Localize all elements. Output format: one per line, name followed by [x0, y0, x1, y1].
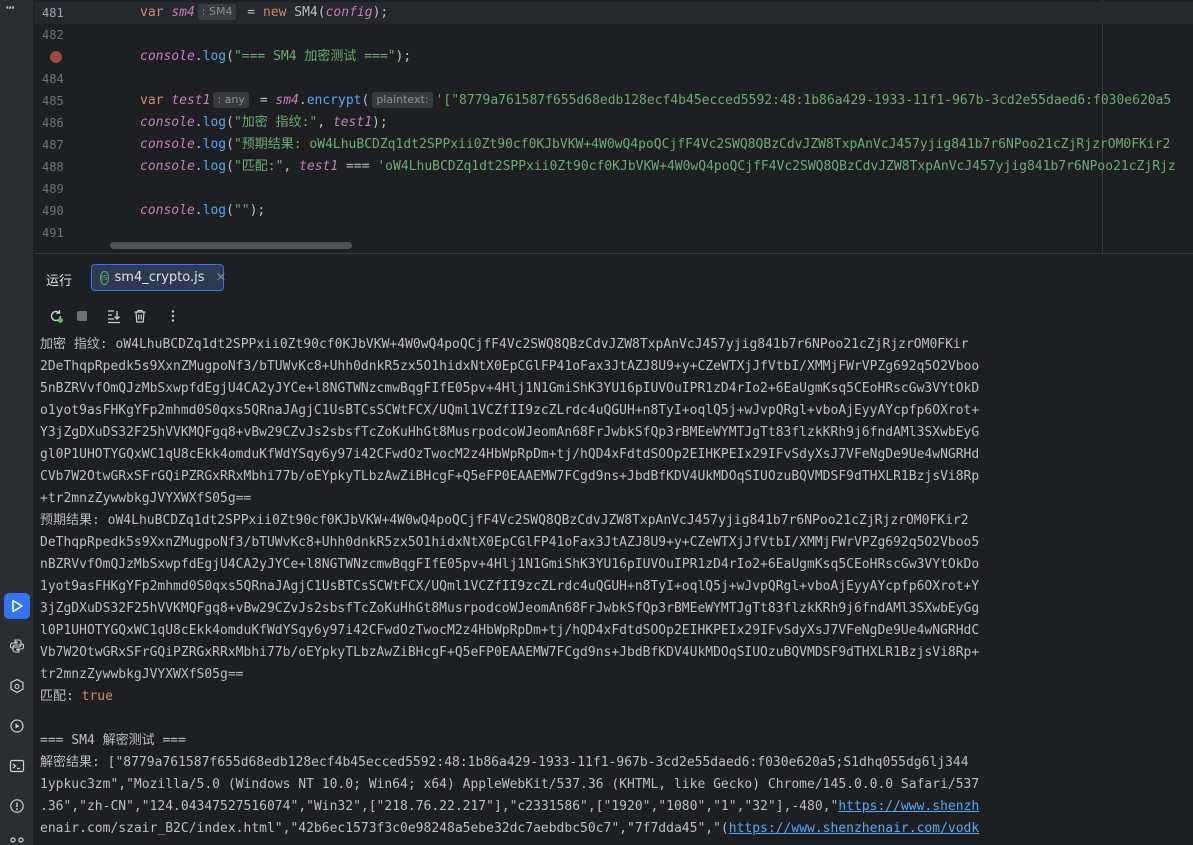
match-value: true — [81, 689, 113, 704]
console-line: +tr2mnzZywwbkgJVYXWXfS05g== — [40, 491, 252, 506]
horizontal-scrollbar[interactable] — [110, 242, 352, 249]
rerun-icon[interactable] — [46, 306, 66, 326]
line-number: 488 — [42, 160, 64, 174]
tool-window-strip: ⋯ — [0, 0, 34, 845]
code-text: console.log("预期结果: oW4LhuBCDZq1dt2SPPxii… — [140, 137, 1171, 152]
run-panel-title: 运行 — [46, 274, 73, 289]
line-number: 484 — [42, 72, 64, 86]
url-link[interactable]: https://www.shenzh — [838, 799, 979, 814]
code-line: 486 console.log("加密 指纹:", test1); — [34, 112, 1193, 134]
git-icon[interactable] — [4, 831, 30, 845]
line-number: 485 — [42, 94, 64, 108]
python-packages-icon[interactable] — [4, 633, 30, 659]
match-label: 匹配: — [40, 689, 82, 704]
console-line: 2DeThqpRpedk5s9XxnZMugpoNf3/bTUWvKc8+Uhh… — [40, 359, 980, 374]
console-line: 1ypkuc3zm","Mozilla/5.0 (Windows NT 10.0… — [40, 777, 980, 792]
debug-run-icon[interactable] — [4, 713, 30, 739]
console-line: l0P1UHOTYGQxWC1qU8cEkk4omduKfWdYSqy6y97i… — [40, 623, 980, 638]
code-line: 490 console.log(""); — [34, 200, 1193, 222]
code-line: console.log("=== SM4 加密测试 ==="); — [34, 46, 1193, 68]
console-line: 解密结果: ["8779a761587f655d68edb128ecf4b45e… — [40, 755, 969, 770]
console-line: tr2mnzZywwbkgJVYXWXfS05g== — [40, 667, 244, 682]
code-editor[interactable]: 481 var sm4: SM4 = new SM4(config); 482 … — [34, 0, 1193, 253]
parameter-hint: plaintext: — [372, 92, 433, 108]
console-line: enair.com/szair_B2C/index.html","42b6ec1… — [40, 818, 1193, 840]
run-tabs-bar: 运行 JS sm4_crypto.js × — [34, 254, 1193, 302]
line-number: 490 — [42, 204, 64, 218]
code-text: var sm4: SM4 = new SM4(config); — [140, 4, 389, 20]
console-line: 5nBZRVvfOmQJzMbSxwpfdEgjU4CA2yJYCe+l8NGT… — [40, 381, 980, 396]
breakpoint-icon[interactable] — [50, 51, 62, 63]
console-line: Vb7W2OtwGRxSFrGQiPZRGxRRxMbhi77b/oEYpkyT… — [40, 645, 980, 660]
code-text: var test1: any = sm4.encrypt(plaintext: '… — [140, 92, 1172, 108]
code-line: 484 — [34, 68, 1193, 90]
code-text: console.log("匹配:", test1 === 'oW4LhuBCDZ… — [140, 159, 1176, 174]
problems-icon[interactable] — [4, 793, 30, 819]
code-text: console.log("加密 指纹:", test1); — [140, 115, 388, 130]
line-number: 486 — [42, 116, 64, 130]
console-line: .36","zh-CN","124.04347527516074","Win32… — [40, 796, 1193, 818]
code-line: 485 var test1: any = sm4.encrypt(plainte… — [34, 90, 1193, 112]
console-line: 匹配: true — [40, 686, 1193, 708]
console-text: .36","zh-CN","124.04347527516074","Win32… — [40, 799, 839, 814]
code-line: 491 — [34, 222, 1193, 244]
console-line: nBZRVvfOmQJzMbSxwpfdEgjU4CA2yJYCe+l8NGTW… — [40, 557, 980, 572]
console-line: 1yot9asFHKgYFp2mhmd0S0qxs5QRnaJAgjC1UsBT… — [40, 579, 980, 594]
line-number: 487 — [42, 138, 64, 152]
code-line: 481 var sm4: SM4 = new SM4(config); — [34, 2, 1193, 24]
run-panel: 运行 JS sm4_crypto.js × 加密 指纹: oW4LhuBCDZq… — [34, 253, 1193, 845]
console-line: gl0P1UHOTYGQxWC1qU8cEkk4omduKfWdYSqy6y97… — [40, 447, 980, 462]
code-line: 488 console.log("匹配:", test1 === 'oW4Lhu… — [34, 156, 1193, 178]
services-icon[interactable] — [4, 673, 30, 699]
console-line: o1yot9asFHKgYFp2mhmd0S0qxs5QRnaJAgjC1UsB… — [40, 403, 980, 418]
nodejs-icon: JS — [100, 270, 109, 285]
tab-sm4-crypto[interactable]: JS sm4_crypto.js × — [91, 264, 227, 291]
line-number: 481 — [42, 6, 64, 20]
trash-icon[interactable] — [130, 306, 150, 326]
url-link[interactable]: https://www.shenzhenair.com/vodk — [729, 821, 979, 836]
more-menu-icon[interactable]: ⋯ — [6, 0, 15, 16]
console-line: CVb7W2OtwGRxSFrGQiPZRGxRRxMbhi77b/oEYpky… — [40, 469, 980, 484]
run-toolbar — [34, 304, 1193, 328]
close-icon[interactable]: × — [216, 270, 227, 285]
console-line: 加密 指纹: oW4LhuBCDZq1dt2SPPxii0Zt90cf0KJbV… — [40, 337, 969, 352]
type-hint: : SM4 — [197, 4, 237, 20]
line-number: 482 — [42, 28, 64, 42]
stop-icon[interactable] — [72, 306, 92, 326]
more-options-icon[interactable] — [163, 306, 183, 326]
terminal-icon[interactable] — [4, 753, 30, 779]
code-text: console.log(""); — [140, 203, 266, 218]
console-line: === SM4 解密测试 === — [40, 733, 186, 748]
line-number: 491 — [42, 226, 64, 240]
run-tool-icon[interactable] — [4, 593, 30, 619]
code-line: 489 — [34, 178, 1193, 200]
code-line: 482 — [34, 24, 1193, 46]
scroll-to-end-icon[interactable] — [104, 306, 124, 326]
console-line: Y3jZgDXuDS32F25hVVKMQFgq8+vBw29CZvJs2sbs… — [40, 425, 980, 440]
code-line: 487 console.log("预期结果: oW4LhuBCDZq1dt2SP… — [34, 134, 1193, 156]
line-number: 489 — [42, 182, 64, 196]
code-text: console.log("=== SM4 加密测试 ==="); — [140, 49, 412, 64]
console-line: 3jZgDXuDS32F25hVVKMQFgq8+vBw29CZvJs2sbsf… — [40, 601, 980, 616]
console-line: DeThqpRpedk5s9XxnZMugpoNf3/bTUWvKc8+Uhh0… — [40, 535, 980, 550]
console-text: enair.com/szair_B2C/index.html","42b6ec1… — [40, 821, 729, 836]
tab-label: sm4_crypto.js — [114, 270, 205, 285]
console-output[interactable]: 加密 指纹: oW4LhuBCDZq1dt2SPPxii0Zt90cf0KJbV… — [40, 334, 1193, 840]
console-line: 预期结果: oW4LhuBCDZq1dt2SPPxii0Zt90cf0KJbVK… — [40, 513, 969, 528]
type-hint: : any — [213, 92, 249, 108]
